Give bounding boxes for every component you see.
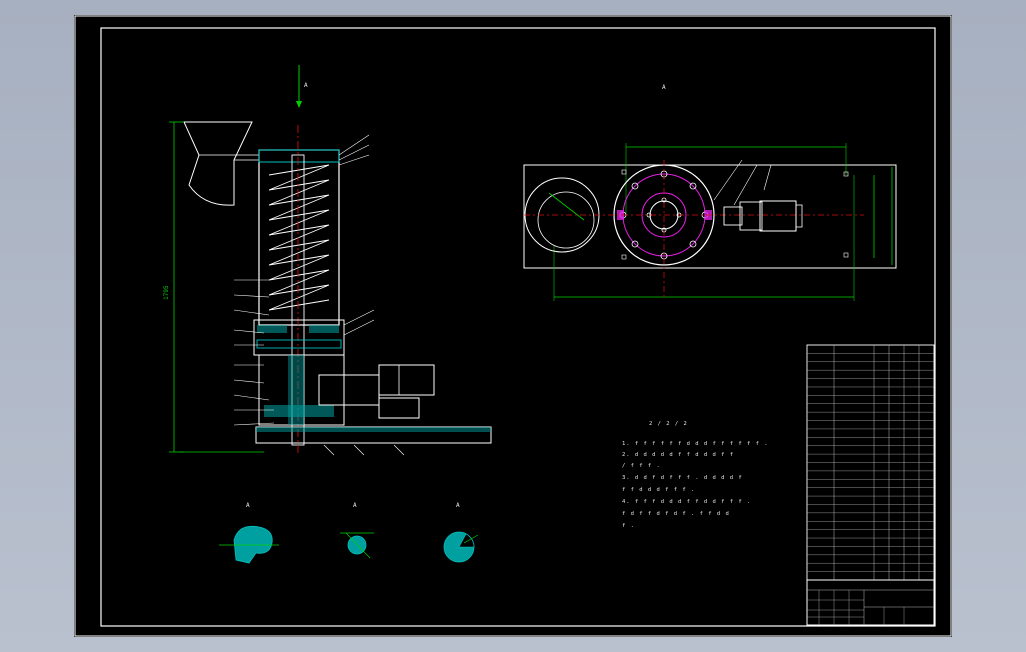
view-arrow-label: A <box>304 82 308 89</box>
notes-title: 2 / 2 / 2 <box>649 421 688 427</box>
note-line-1: 1. f f f f f f d d d f f f f f f . <box>622 441 769 447</box>
top-view: A <box>523 84 897 301</box>
section-label-3: A <box>456 502 460 509</box>
title-block <box>806 579 935 626</box>
cad-drawing: A 1795 A A A A 2 / 2 / 2 1. f f f f f f … <box>74 15 952 637</box>
inner-border <box>100 27 936 627</box>
parts-list <box>806 344 935 581</box>
note-line-5: f f d d d f f f . <box>622 487 695 493</box>
top-motor <box>759 200 797 232</box>
top-gear-reducer <box>739 201 763 231</box>
gear-reducer <box>318 374 380 406</box>
note-line-6: 4. f f f d d d f f d d f f f . <box>622 499 751 505</box>
outer-border <box>74 15 952 637</box>
note-line-2: 2. d d d d d f f d d d f f <box>622 452 734 458</box>
section-detail-1 <box>233 525 273 564</box>
section-label-1: A <box>246 502 250 509</box>
view-arrow-head <box>296 101 302 108</box>
note-line-3: / f f f . <box>622 463 661 469</box>
height-dimension-text: 1795 <box>163 285 170 300</box>
section-details: A A A <box>219 502 479 564</box>
feed-hopper <box>183 121 253 206</box>
screw-flights <box>268 164 330 311</box>
note-line-7: f d f f d f d f . f f d d <box>622 511 730 517</box>
section-label-2: A <box>353 502 357 509</box>
front-section-view: A 1795 <box>163 65 492 456</box>
note-line-4: 3. d d f d f f f . d d d d f <box>622 475 743 481</box>
drive-motor <box>378 364 435 396</box>
drawing-sheet: A 1795 A A A A 2 / 2 / 2 1. f f f f f f … <box>74 15 952 637</box>
top-view-label: A <box>662 84 666 91</box>
technical-notes: 2 / 2 / 2 1. f f f f f f d d d f f f f f… <box>622 421 769 529</box>
note-line-8: f . <box>622 523 635 529</box>
